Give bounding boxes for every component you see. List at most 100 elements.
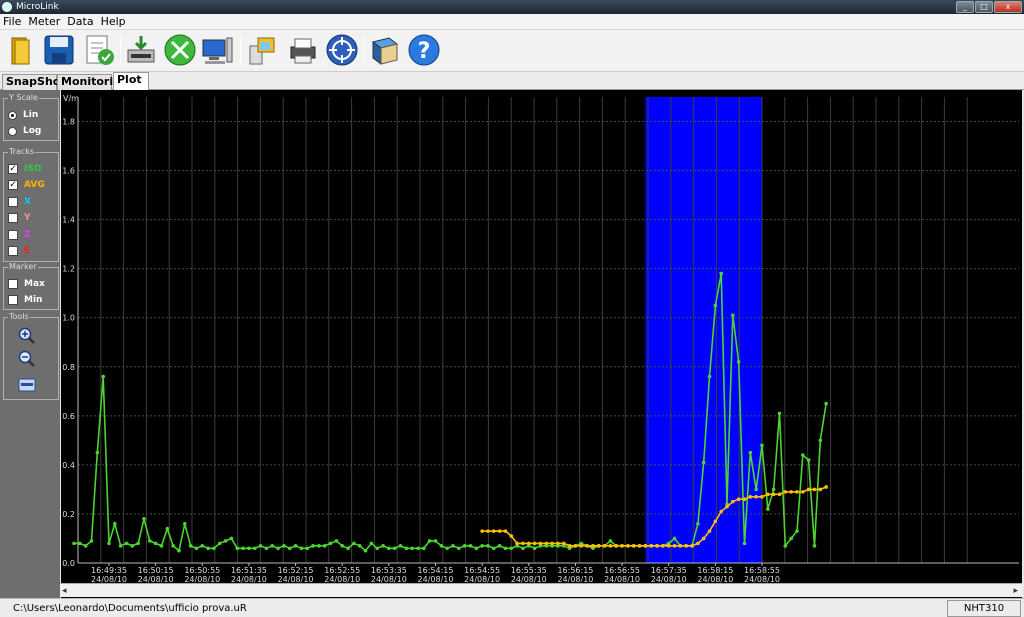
checklist-button[interactable] (82, 33, 116, 67)
plot-area[interactable]: 0.0 0.2 0.4 0.6 0.8 1.0 1.2 1.4 1.6 1.8 V/m 16:49:3… (61, 90, 1022, 598)
track-y[interactable]: Y (8, 211, 31, 225)
data-point-iso (142, 517, 146, 521)
target-button[interactable] (325, 33, 359, 67)
help-button[interactable]: ? (407, 33, 441, 67)
x-tick-label: 16:54:15 (418, 566, 454, 575)
track-x[interactable]: X (8, 195, 31, 209)
data-point-iso (468, 544, 473, 548)
data-point-iso (130, 544, 135, 548)
data-point-iso (89, 539, 94, 543)
maximize-button[interactable]: □ (975, 1, 993, 13)
x-checkbox[interactable] (8, 197, 18, 207)
x-tick-label: 16:49:35 (91, 566, 127, 575)
y-checkbox[interactable] (8, 213, 18, 223)
plot-chart[interactable]: 0.0 0.2 0.4 0.6 0.8 1.0 1.2 1.4 1.6 1.8 V/m 16:49:3… (61, 90, 1022, 584)
lin-radio[interactable] (8, 110, 17, 120)
device-folder-button[interactable] (245, 33, 279, 67)
marker-max[interactable]: Max (8, 277, 45, 291)
download-device-icon (127, 36, 155, 63)
data-point-iso (801, 453, 805, 457)
max-checkbox[interactable] (8, 279, 18, 289)
data-point-iso (486, 544, 490, 548)
data-point-iso (148, 539, 152, 543)
x-tick-label: 16:52:15 (278, 566, 314, 575)
x-tick-label: 16:55:35 (511, 566, 547, 575)
iso-checkbox[interactable]: ✓ (8, 164, 18, 174)
computer-button[interactable] (201, 33, 235, 67)
data-point-avg (538, 541, 543, 546)
data-point-avg (771, 492, 776, 497)
y-tick-label: 0.2 (62, 510, 75, 519)
x-tick-date: 24/08/10 (371, 575, 407, 583)
target-icon (326, 34, 358, 66)
save-button[interactable] (42, 33, 76, 67)
fit-view-icon[interactable] (18, 378, 36, 392)
data-point-iso (731, 313, 735, 318)
track-avg[interactable]: ✓ AVG (8, 178, 45, 192)
data-point-avg (812, 487, 817, 492)
data-point-iso (72, 541, 76, 546)
menu-meter[interactable]: Meter (25, 14, 64, 29)
min-label: Min (24, 295, 43, 305)
open-folder-button[interactable] (4, 33, 38, 67)
avg-checkbox[interactable]: ✓ (8, 180, 18, 190)
data-point-iso (217, 541, 222, 546)
data-point-iso (305, 546, 310, 551)
track-z[interactable]: Z (8, 228, 31, 242)
y-tick-label: 0.4 (62, 461, 75, 470)
scroll-left-arrow[interactable]: ◂ (62, 584, 67, 598)
x-tick-label: 16:56:55 (604, 566, 640, 575)
data-point-avg (777, 492, 782, 497)
menu-data[interactable]: Data (64, 14, 97, 29)
y-tick-label: 0.8 (62, 363, 75, 372)
e-checkbox[interactable] (8, 246, 18, 256)
minimize-button[interactable]: _ (956, 1, 974, 13)
data-point-avg (486, 529, 490, 533)
tab-monitoring[interactable]: Monitoring (57, 74, 129, 90)
menu-help[interactable]: Help (98, 14, 130, 29)
tools-button[interactable] (163, 33, 197, 67)
data-point-avg (631, 544, 636, 548)
marker-min[interactable]: Min (8, 293, 42, 307)
scroll-right-arrow[interactable]: ▸ (1013, 584, 1018, 598)
data-point-iso (760, 443, 764, 448)
avg-label: AVG (24, 180, 45, 190)
data-point-avg (643, 544, 648, 548)
zoom-in-icon[interactable] (18, 327, 36, 345)
download-device-button[interactable] (124, 33, 158, 67)
x-tick-date: 24/08/10 (744, 575, 780, 583)
data-point-avg (620, 544, 624, 548)
close-button[interactable]: x (994, 1, 1022, 13)
menu-file[interactable]: File (0, 14, 25, 29)
x-tick-label: 16:56:15 (557, 566, 593, 575)
data-point-iso (101, 374, 105, 379)
yscale-lin-option[interactable]: Lin (8, 108, 38, 122)
x-tick-date: 24/08/10 (604, 575, 640, 583)
data-point-iso (812, 544, 817, 548)
x-tick-date: 24/08/10 (418, 575, 454, 583)
tab-snapshots[interactable]: SnapShots (2, 74, 72, 90)
yscale-log-option[interactable]: Log (8, 124, 41, 138)
horizontal-scrollbar[interactable]: ◂ ▸ (60, 583, 1022, 597)
track-iso[interactable]: ✓ ISO (8, 162, 41, 176)
data-point-avg (701, 536, 706, 541)
data-point-avg (783, 490, 788, 494)
data-point-iso (194, 546, 199, 551)
data-point-iso (340, 544, 345, 548)
x-tick-date: 24/08/10 (651, 575, 687, 583)
zoom-out-icon[interactable] (18, 350, 36, 368)
toolbar-separator (364, 35, 365, 65)
printer-icon (290, 38, 316, 64)
z-checkbox[interactable] (8, 230, 18, 240)
manual-button[interactable] (368, 33, 402, 67)
tab-plot[interactable]: Plot (113, 72, 149, 91)
track-e[interactable]: E (8, 244, 30, 258)
data-point-iso (264, 546, 269, 551)
x-tick-date: 24/08/10 (278, 575, 314, 583)
print-button[interactable] (286, 33, 320, 67)
data-point-iso (532, 546, 537, 551)
data-point-iso (229, 536, 234, 541)
min-checkbox[interactable] (8, 295, 18, 305)
data-point-avg (824, 485, 828, 489)
log-radio[interactable] (8, 126, 17, 136)
